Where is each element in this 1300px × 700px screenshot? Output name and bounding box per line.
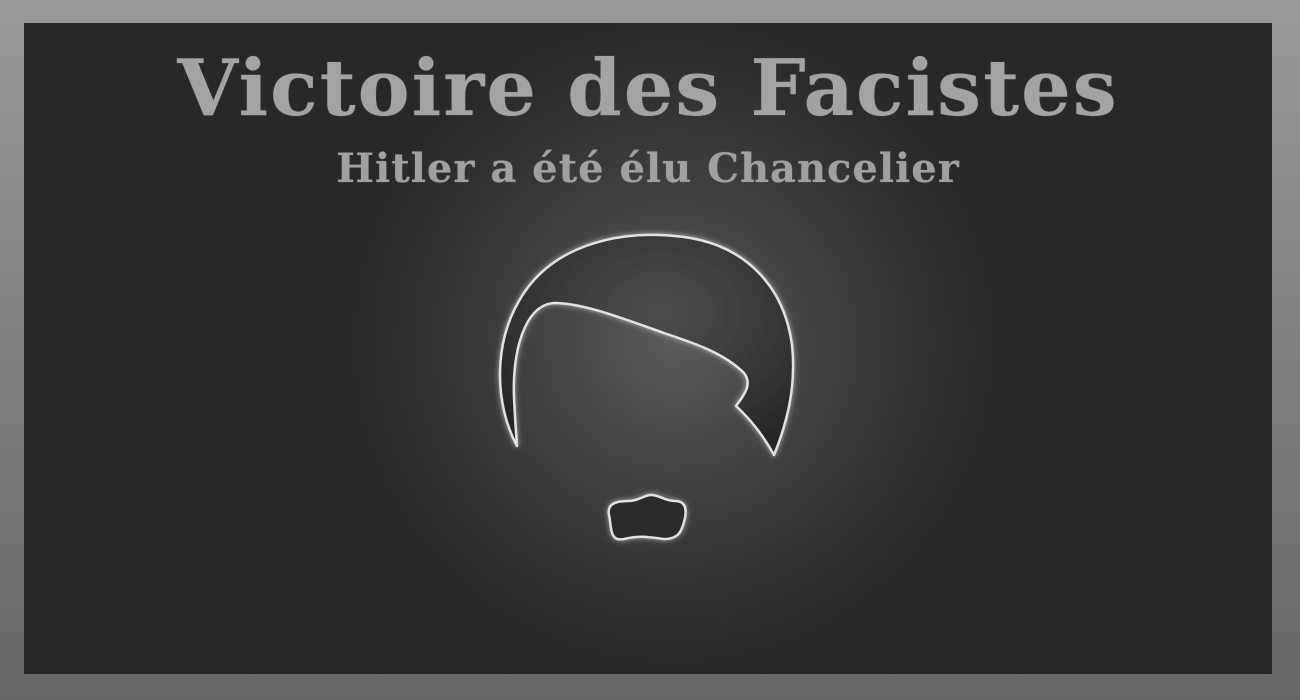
moustache-icon [607,493,687,541]
poster-panel: Victoire des Facistes Hitler a été élu C… [24,23,1272,674]
hair-silhouette-icon [498,233,795,457]
portrait-silhouette [498,233,795,541]
